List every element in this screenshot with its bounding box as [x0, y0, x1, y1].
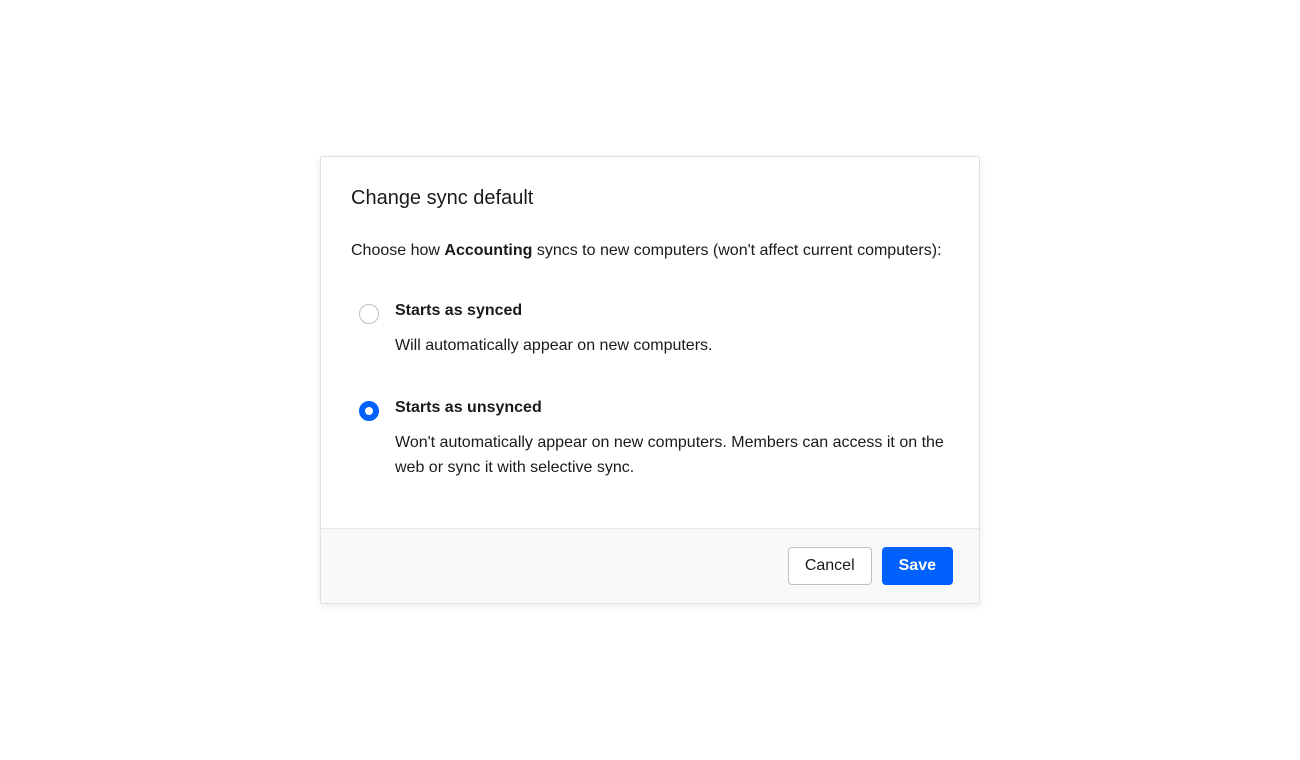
- sync-option-radio-group: Starts as synced Will automatically appe…: [351, 302, 949, 480]
- cancel-button[interactable]: Cancel: [788, 547, 872, 584]
- save-button[interactable]: Save: [882, 547, 953, 584]
- radio-unsynced-content: Starts as unsynced Won't automatically a…: [395, 399, 949, 481]
- description-suffix: syncs to new computers (won't affect cur…: [532, 242, 941, 259]
- description-prefix: Choose how: [351, 242, 444, 259]
- dialog-footer: Cancel Save: [321, 528, 979, 602]
- description-folder-name: Accounting: [444, 242, 532, 259]
- dialog-body: Change sync default Choose how Accountin…: [321, 157, 979, 528]
- radio-unsynced-input[interactable]: [359, 401, 379, 421]
- radio-synced-description: Will automatically appear on new compute…: [395, 334, 949, 359]
- radio-option-unsynced[interactable]: Starts as unsynced Won't automatically a…: [359, 399, 949, 481]
- radio-option-synced[interactable]: Starts as synced Will automatically appe…: [359, 302, 949, 359]
- radio-synced-content: Starts as synced Will automatically appe…: [395, 302, 949, 359]
- change-sync-default-dialog: Change sync default Choose how Accountin…: [320, 156, 980, 603]
- radio-unsynced-label[interactable]: Starts as unsynced: [395, 399, 949, 417]
- dialog-description: Choose how Accounting syncs to new compu…: [351, 238, 949, 264]
- radio-synced-input[interactable]: [359, 304, 379, 324]
- dialog-title: Change sync default: [351, 187, 949, 210]
- radio-unsynced-description: Won't automatically appear on new comput…: [395, 431, 949, 481]
- radio-synced-label[interactable]: Starts as synced: [395, 302, 949, 320]
